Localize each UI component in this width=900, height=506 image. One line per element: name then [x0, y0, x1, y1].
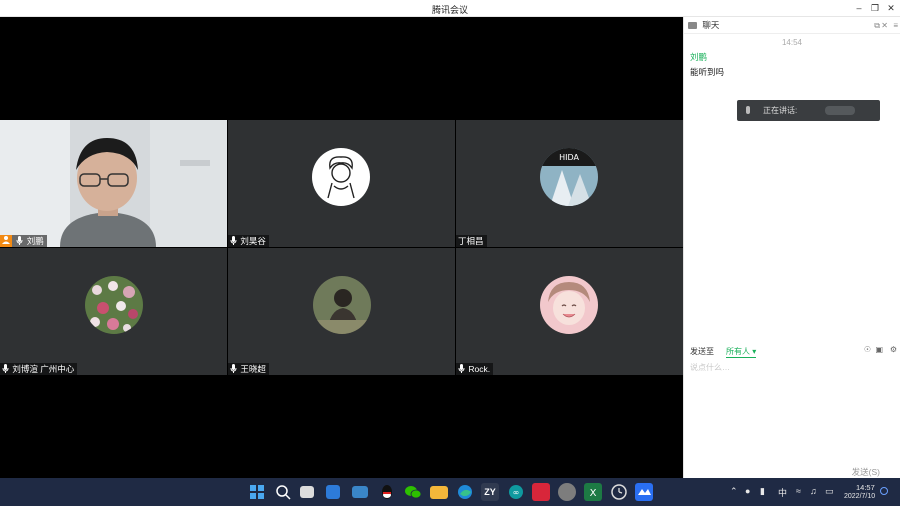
chevron-up-icon[interactable]: ⌃	[730, 486, 738, 497]
participant-tile-5[interactable]: 王晓超	[228, 248, 455, 375]
speaking-indicator: 正在讲话:	[737, 100, 880, 121]
participant-label: 丁相昌	[456, 235, 487, 247]
video-stage: 刘鹏 刘昊谷 HIDA 丁相昌 刘博渲 广州中心 王晓超 Rock.	[0, 17, 683, 478]
participant-label: Rock.	[456, 363, 494, 375]
chat-title: 聊天	[702, 20, 720, 30]
ime-indicator[interactable]: 中	[778, 486, 787, 499]
excel-icon[interactable]: X	[584, 483, 602, 501]
mic-icon	[458, 364, 465, 373]
clock-time[interactable]: 14:57	[856, 483, 875, 492]
wechat-icon[interactable]	[404, 483, 422, 501]
svg-text:∞: ∞	[513, 488, 520, 497]
edge-icon[interactable]	[456, 483, 474, 501]
camera-video	[0, 120, 227, 247]
svg-text:HIDA: HIDA	[559, 153, 579, 162]
participant-tile-3[interactable]: HIDA 丁相昌	[456, 120, 683, 247]
chat-input[interactable]: 说点什么…	[690, 362, 730, 373]
clock-icon[interactable]	[610, 483, 628, 501]
restore-button[interactable]: ❐	[868, 1, 882, 15]
participant-tile-2[interactable]: 刘昊谷	[228, 120, 455, 247]
participant-tile-6[interactable]: Rock.	[456, 248, 683, 375]
speaker-icon[interactable]: ☉	[864, 345, 871, 354]
speaker-avatars	[825, 106, 855, 115]
search-icon[interactable]	[274, 483, 292, 501]
tray-qq-icon[interactable]: ●	[745, 486, 750, 496]
chevron-down-icon: ▾	[752, 347, 757, 356]
participant-tile-4[interactable]: 刘博渲 广州中心	[0, 248, 227, 375]
tray-mic-icon[interactable]: ▮	[760, 486, 765, 497]
wifi-icon[interactable]: ≈	[796, 486, 801, 496]
close-button[interactable]: ✕	[884, 1, 898, 15]
desktop-screen: 腾讯会议 – ❐ ✕ 刘鹏 刘昊谷 HIDA 丁相昌 刘博渲 广州中心 王晓超 …	[0, 0, 900, 506]
participant-label: 王晓超	[228, 363, 269, 375]
mic-icon	[746, 106, 750, 114]
taskbar: ZY ∞ X ⌃ ● ▮ 中 ≈ ♫ ▭ 14:57 2022/7/10	[0, 478, 900, 506]
participant-name: 刘昊谷	[240, 236, 266, 246]
participant-name: 刘博渲 广州中心	[12, 364, 75, 374]
settings-icon[interactable]: ⚙	[890, 345, 897, 354]
popout-icon[interactable]: ⧉	[874, 17, 880, 34]
photo-avatar: HIDA	[540, 148, 598, 206]
chat-header: 聊天 ⧉ ✕ ≡	[684, 17, 900, 34]
task-view-icon[interactable]	[300, 486, 314, 498]
chat-panel: 聊天 ⧉ ✕ ≡ 14:54 刘鹏 能听到吗 正在讲话: 发送至 所有人 ▾ ☉…	[683, 17, 900, 478]
participant-tile-1[interactable]: 刘鹏	[0, 120, 227, 247]
app-red-icon[interactable]	[532, 483, 550, 501]
battery-icon[interactable]: ▭	[825, 486, 834, 497]
speaking-label: 正在讲话:	[763, 106, 798, 115]
participant-name: Rock.	[468, 364, 491, 374]
file-explorer-icon[interactable]	[430, 486, 448, 499]
clock-date[interactable]: 2022/7/10	[844, 493, 875, 500]
minimize-button[interactable]: –	[852, 1, 866, 15]
host-icon	[0, 235, 12, 247]
flowers-avatar	[85, 276, 143, 334]
window-title: 腾讯会议	[431, 5, 468, 15]
mic-icon	[230, 364, 237, 373]
arduino-icon[interactable]: ∞	[507, 483, 525, 501]
image-icon[interactable]: ▣	[875, 345, 883, 354]
chat-message: 能听到吗	[690, 67, 725, 77]
chat-close-icon[interactable]: ✕	[881, 17, 888, 34]
anime-avatar	[540, 276, 598, 334]
participant-name: 王晓超	[240, 364, 266, 374]
zy-icon[interactable]: ZY	[481, 483, 499, 501]
title-bar: 腾讯会议 – ❐ ✕	[0, 0, 900, 17]
participant-name: 刘鹏	[26, 236, 44, 246]
chat-menu-icon[interactable]: ≡	[893, 17, 898, 34]
participant-label: 刘博渲 广州中心	[0, 363, 78, 375]
chat-icon	[688, 22, 697, 29]
participant-name: 丁相昌	[458, 236, 484, 246]
widgets-icon[interactable]	[326, 485, 340, 499]
recipient-value: 所有人	[726, 347, 750, 356]
notification-icon[interactable]	[880, 487, 888, 495]
tencent-meeting-icon[interactable]	[635, 483, 653, 501]
mic-icon	[2, 364, 9, 373]
qq-icon[interactable]	[378, 483, 396, 501]
chat-sender: 刘鹏	[690, 52, 708, 62]
chat-toolbar: 发送至 所有人 ▾ ☉ ▣ ⚙	[684, 344, 900, 358]
svg-text:X: X	[590, 488, 597, 499]
recipient-dropdown[interactable]: 所有人 ▾	[726, 346, 757, 358]
send-button[interactable]: 发送(S)	[852, 466, 880, 478]
person-avatar	[313, 276, 371, 334]
chat-timestamp: 14:54	[781, 38, 803, 47]
mic-icon	[230, 236, 237, 245]
participant-label: 刘昊谷	[228, 235, 269, 247]
send-scope-label: 发送至	[690, 347, 714, 356]
desktop-icon[interactable]	[352, 486, 368, 498]
windows-start-icon[interactable]	[248, 483, 266, 501]
mic-icon	[16, 236, 23, 245]
volume-icon[interactable]: ♫	[810, 486, 817, 496]
player-icon[interactable]	[558, 483, 576, 501]
cartoon-avatar	[312, 148, 370, 206]
participant-label: 刘鹏	[0, 235, 47, 247]
